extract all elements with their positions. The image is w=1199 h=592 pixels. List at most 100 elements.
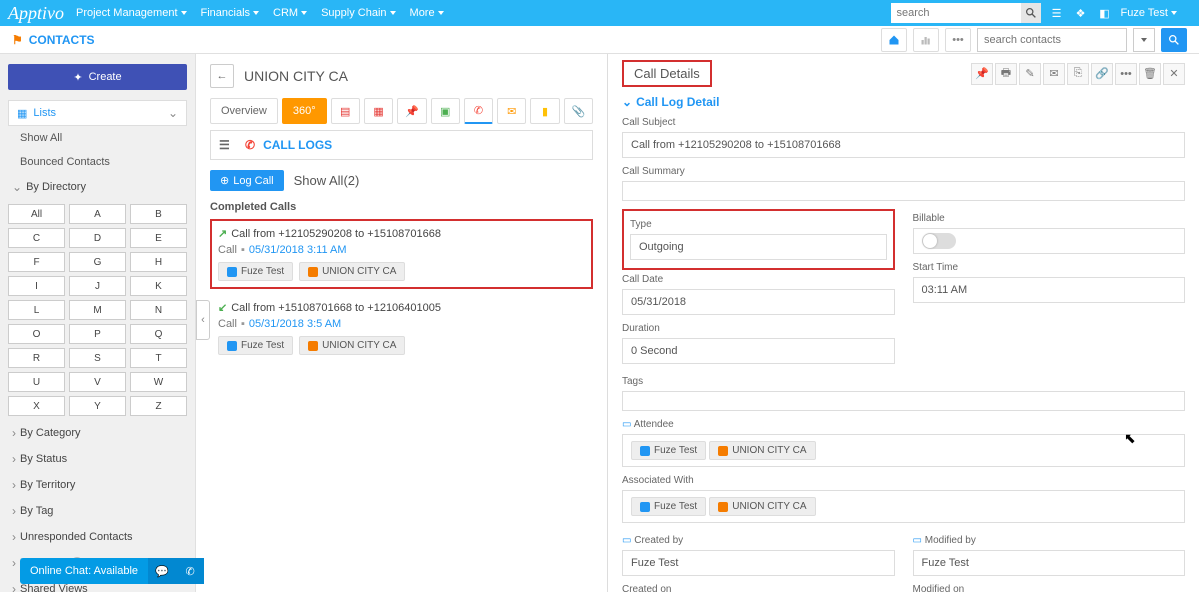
letter-m[interactable]: M	[69, 300, 126, 320]
pin-action-icon[interactable]: 📌	[971, 63, 993, 85]
more-icon[interactable]: •••	[945, 28, 971, 52]
link-action-icon[interactable]: 🔗	[1091, 63, 1113, 85]
letter-all[interactable]: All	[8, 204, 65, 224]
back-button[interactable]: ←	[210, 64, 234, 88]
letter-e[interactable]: E	[130, 228, 187, 248]
tab-note-icon[interactable]: ▮	[530, 98, 559, 124]
global-search[interactable]	[891, 3, 1041, 23]
copy-action-icon[interactable]: ⎘	[1067, 63, 1089, 85]
letter-d[interactable]: D	[69, 228, 126, 248]
record-title: UNION CITY CA	[244, 68, 348, 84]
calldate-label: Call Date	[622, 274, 895, 285]
tab-list-icon[interactable]: ▤	[331, 98, 360, 124]
letter-n[interactable]: N	[130, 300, 187, 320]
tab-360[interactable]: 360°	[282, 98, 327, 124]
search-icon[interactable]	[1021, 3, 1041, 23]
sidebar-group-2[interactable]: By Territory	[8, 472, 187, 498]
letter-u[interactable]: U	[8, 372, 65, 392]
sidebar-bounced[interactable]: Bounced Contacts	[8, 150, 187, 174]
starttime-label: Start Time	[913, 262, 1186, 273]
sidebar-group-1[interactable]: By Status	[8, 446, 187, 472]
tab-pin-icon[interactable]: 📌	[397, 98, 426, 124]
letter-q[interactable]: Q	[130, 324, 187, 344]
delete-action-icon[interactable]: 🗑	[1139, 63, 1161, 85]
tab-attach-icon[interactable]: 📎	[564, 98, 593, 124]
print-action-icon[interactable]: 🖶	[995, 63, 1017, 85]
letter-x[interactable]: X	[8, 396, 65, 416]
call-log-detail-section[interactable]: ⌄ Call Log Detail	[622, 95, 1185, 109]
tab-calendar-icon[interactable]: ▦	[364, 98, 393, 124]
calendar-icon[interactable]: ☰	[1049, 5, 1065, 21]
tab-overview[interactable]: Overview	[210, 98, 278, 124]
letter-l[interactable]: L	[8, 300, 65, 320]
search-button[interactable]	[1161, 28, 1187, 52]
sidebar-group-4[interactable]: Unresponded Contacts	[8, 524, 187, 550]
letter-f[interactable]: F	[8, 252, 65, 272]
letter-h[interactable]: H	[130, 252, 187, 272]
global-search-input[interactable]	[891, 3, 1021, 23]
letter-r[interactable]: R	[8, 348, 65, 368]
billable-toggle[interactable]	[922, 233, 956, 249]
call-item-0[interactable]: ↗Call from +12105290208 to +15108701668C…	[210, 219, 593, 289]
edit-action-icon[interactable]: ✎	[1019, 63, 1041, 85]
chat-icon[interactable]: 💬	[148, 558, 176, 584]
sidebar-group-0[interactable]: By Category	[8, 420, 187, 446]
letter-k[interactable]: K	[130, 276, 187, 296]
hamburger-icon[interactable]: ☰	[219, 138, 237, 152]
bell-icon[interactable]: ❖	[1073, 5, 1089, 21]
letter-t[interactable]: T	[130, 348, 187, 368]
sidebar-show-all[interactable]: Show All	[8, 126, 187, 150]
tab-calls-icon[interactable]: ✆	[464, 98, 493, 124]
letter-g[interactable]: G	[69, 252, 126, 272]
letter-z[interactable]: Z	[130, 396, 187, 416]
close-icon[interactable]: ✕	[1163, 63, 1185, 85]
module-bar: ⚑ CONTACTS •••	[0, 26, 1199, 54]
chart-icon[interactable]	[913, 28, 939, 52]
tags-label: Tags	[622, 376, 1185, 387]
show-all-filter[interactable]: Show All(2)	[294, 173, 360, 188]
create-button[interactable]: ✦ Create	[8, 64, 187, 90]
summary-value[interactable]	[622, 181, 1185, 201]
starttime-value[interactable]: 03:11 AM	[913, 277, 1186, 303]
chat-widget[interactable]: Online Chat: Available 💬 ✆	[20, 558, 204, 584]
subject-value[interactable]: Call from +12105290208 to +15108701668	[622, 132, 1185, 158]
letter-b[interactable]: B	[130, 204, 187, 224]
sidebar-group-3[interactable]: By Tag	[8, 498, 187, 524]
letter-c[interactable]: C	[8, 228, 65, 248]
letter-s[interactable]: S	[69, 348, 126, 368]
duration-value[interactable]: 0 Second	[622, 338, 895, 364]
letter-v[interactable]: V	[69, 372, 126, 392]
type-value[interactable]: Outgoing	[630, 234, 887, 260]
log-call-button[interactable]: ⊕ Log Call	[210, 170, 284, 191]
letter-a[interactable]: A	[69, 204, 126, 224]
menu-financials[interactable]: Financials	[201, 7, 260, 19]
sidebar-by-directory[interactable]: By Directory	[8, 174, 187, 200]
menu-more[interactable]: More	[410, 7, 444, 19]
lists-header[interactable]: ▦Lists	[8, 100, 187, 126]
assoc-value[interactable]: Fuze Test UNION CITY CA	[622, 490, 1185, 523]
letter-j[interactable]: J	[69, 276, 126, 296]
letter-w[interactable]: W	[130, 372, 187, 392]
brand-logo[interactable]: Apptivo	[8, 3, 64, 24]
home-icon[interactable]	[881, 28, 907, 52]
letter-p[interactable]: P	[69, 324, 126, 344]
chat-phone-icon[interactable]: ✆	[176, 558, 204, 584]
search-dropdown[interactable]	[1133, 28, 1155, 52]
menu-crm[interactable]: CRM	[273, 7, 307, 19]
user-menu[interactable]: Fuze Test	[1121, 7, 1178, 19]
tags-value[interactable]	[622, 391, 1185, 411]
attendee-value[interactable]: Fuze Test UNION CITY CA	[622, 434, 1185, 467]
letter-o[interactable]: O	[8, 324, 65, 344]
more-action-icon[interactable]: •••	[1115, 63, 1137, 85]
menu-supply[interactable]: Supply Chain	[321, 7, 395, 19]
user-avatar-icon[interactable]: ◧	[1097, 5, 1113, 21]
tab-email-icon[interactable]: ✉	[497, 98, 526, 124]
call-item-1[interactable]: ↙Call from +15108701668 to +12106401005C…	[210, 293, 593, 363]
menu-project[interactable]: Project Management	[76, 7, 187, 19]
letter-y[interactable]: Y	[69, 396, 126, 416]
email-action-icon[interactable]: ✉	[1043, 63, 1065, 85]
letter-i[interactable]: I	[8, 276, 65, 296]
tab-schedule-icon[interactable]: ▣	[431, 98, 460, 124]
calldate-value[interactable]: 05/31/2018	[622, 289, 895, 315]
search-contacts-input[interactable]	[977, 28, 1127, 52]
